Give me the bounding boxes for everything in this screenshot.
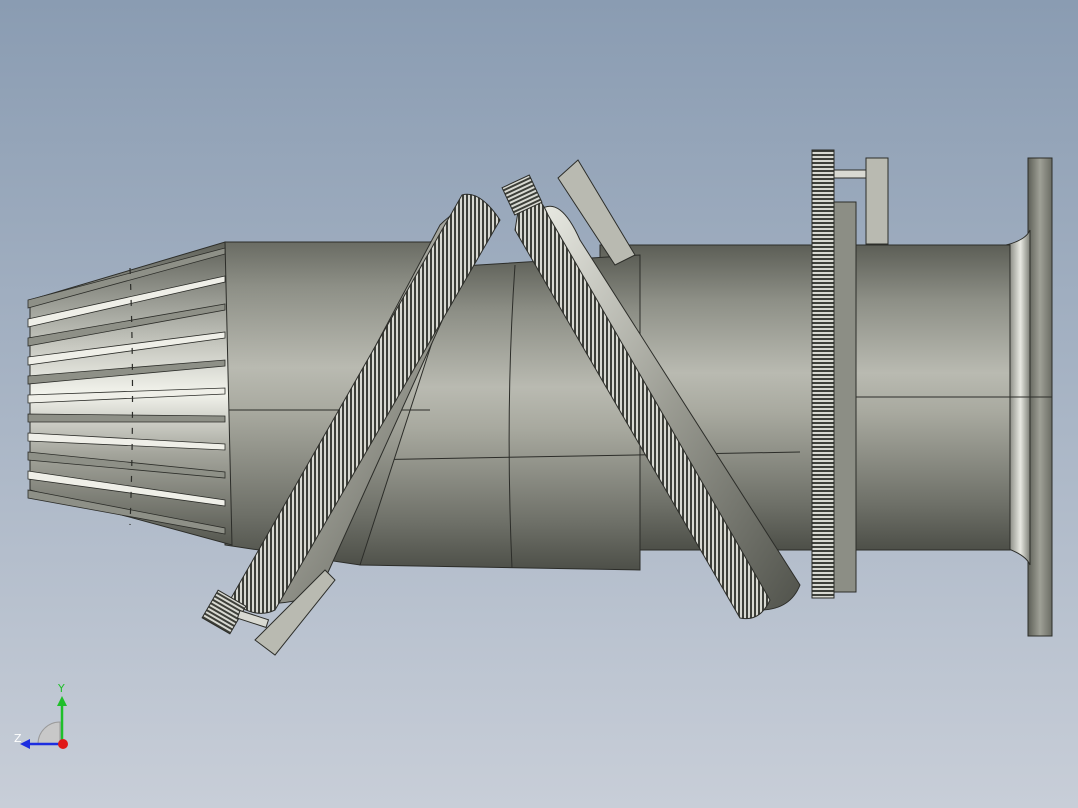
y-axis-label: Y <box>57 682 65 695</box>
cad-3d-viewport[interactable]: Y Z <box>0 0 1078 808</box>
nozzle-cone[interactable] <box>27 241 233 546</box>
x-axis-dot-icon <box>58 739 68 749</box>
cad-model[interactable] <box>0 0 1078 808</box>
z-axis-label: Z <box>14 732 22 745</box>
view-triad-icon[interactable]: Y Z <box>10 682 80 762</box>
y-axis-arrow-icon <box>57 696 67 706</box>
